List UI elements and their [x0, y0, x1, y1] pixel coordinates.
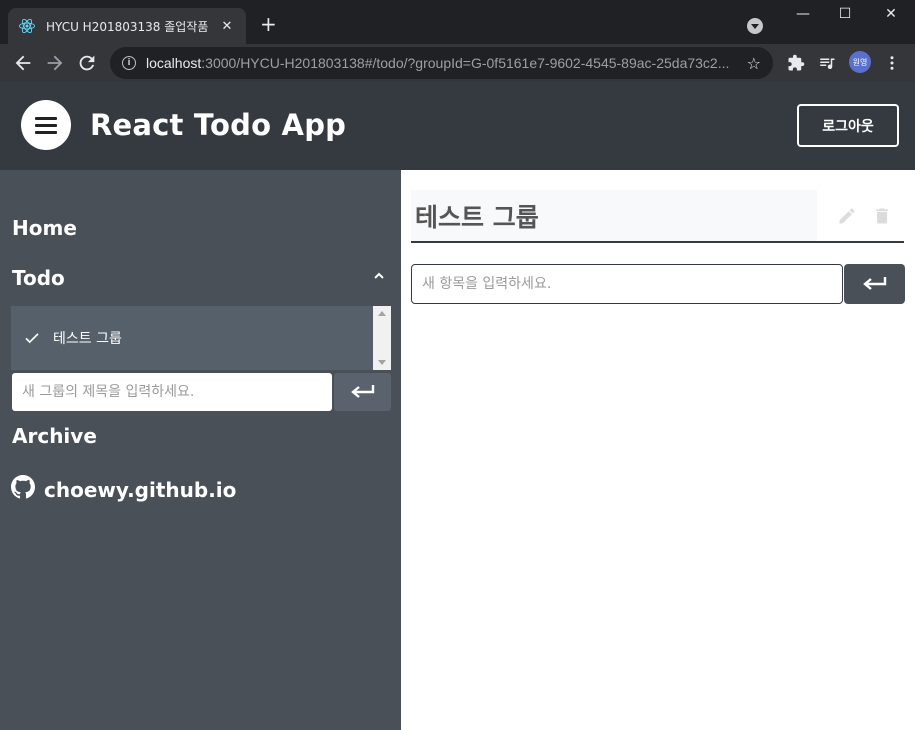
enter-arrow-icon [862, 277, 886, 290]
hamburger-line [35, 117, 57, 120]
sidebar-item-home[interactable]: Home [12, 216, 77, 240]
app-header: React Todo App 로그아웃 [0, 82, 915, 170]
chevron-up-icon[interactable] [371, 268, 387, 284]
media-queue-icon[interactable] [818, 54, 836, 72]
group-list: 테스트 그룹 [11, 306, 391, 370]
react-logo-icon [19, 18, 35, 34]
menu-toggle-button[interactable] [21, 100, 71, 150]
trash-icon[interactable] [872, 206, 892, 226]
scroll-down-arrow-icon[interactable] [378, 360, 386, 365]
reload-icon[interactable] [76, 52, 98, 74]
new-tab-button[interactable]: + [260, 14, 277, 34]
app-title: React Todo App [90, 108, 347, 142]
group-title: 테스트 그룹 [415, 203, 539, 232]
minimize-button[interactable]: — [793, 6, 813, 22]
back-arrow-icon[interactable] [12, 52, 34, 74]
new-group-input[interactable] [12, 373, 332, 411]
sidebar-item-archive[interactable]: Archive [12, 424, 97, 448]
tab-title: HYCU H201803138 졸업작품 [46, 19, 209, 34]
profile-avatar[interactable]: 원영 [849, 51, 871, 73]
new-item-input[interactable] [411, 264, 843, 304]
maximize-button[interactable]: ☐ [835, 6, 855, 22]
add-item-button[interactable] [844, 264, 905, 304]
tab-search-icon[interactable] [747, 18, 763, 34]
browser-titlebar: HYCU H201803138 졸업작품 ✕ + — ☐ ✕ [0, 0, 915, 44]
check-icon [25, 333, 39, 344]
group-item[interactable]: 테스트 그룹 [11, 306, 373, 370]
scroll-up-arrow-icon[interactable] [378, 311, 386, 316]
title-divider [411, 241, 904, 243]
site-info-icon[interactable]: i [122, 56, 136, 70]
main-content: 테스트 그룹 [401, 170, 915, 730]
browser-menu-icon[interactable] [883, 54, 901, 72]
sidebar-item-todo[interactable]: Todo [12, 266, 65, 290]
tab-close-icon[interactable]: ✕ [218, 19, 236, 34]
browser-tab[interactable]: HYCU H201803138 졸업작품 ✕ [8, 8, 246, 44]
github-link[interactable]: choewy.github.io [44, 478, 236, 502]
bookmark-star-icon[interactable]: ☆ [747, 54, 761, 73]
group-item-label: 테스트 그룹 [53, 331, 122, 347]
url-text: localhost:3000/HYCU-H201803138#/todo/?gr… [146, 55, 730, 71]
logout-button[interactable]: 로그아웃 [797, 104, 899, 147]
sidebar: Home Todo 테스트 그룹 Archive [0, 170, 401, 730]
enter-arrow-icon [350, 385, 374, 398]
hamburger-line [35, 124, 57, 127]
edit-pencil-icon[interactable] [837, 206, 857, 226]
hamburger-line [35, 131, 57, 134]
close-window-button[interactable]: ✕ [881, 6, 901, 22]
group-title-box[interactable]: 테스트 그룹 [411, 190, 817, 242]
browser-toolbar: i localhost:3000/HYCU-H201803138#/todo/?… [0, 44, 915, 82]
extensions-puzzle-icon[interactable] [787, 54, 805, 72]
app-root: React Todo App 로그아웃 Home Todo 테스트 그룹 새 그… [0, 82, 915, 730]
add-group-button[interactable] [334, 373, 391, 411]
forward-arrow-icon[interactable] [44, 52, 66, 74]
github-icon[interactable] [11, 475, 35, 499]
group-list-scrollbar[interactable] [373, 306, 391, 370]
address-bar[interactable]: i localhost:3000/HYCU-H201803138#/todo/?… [110, 47, 773, 79]
